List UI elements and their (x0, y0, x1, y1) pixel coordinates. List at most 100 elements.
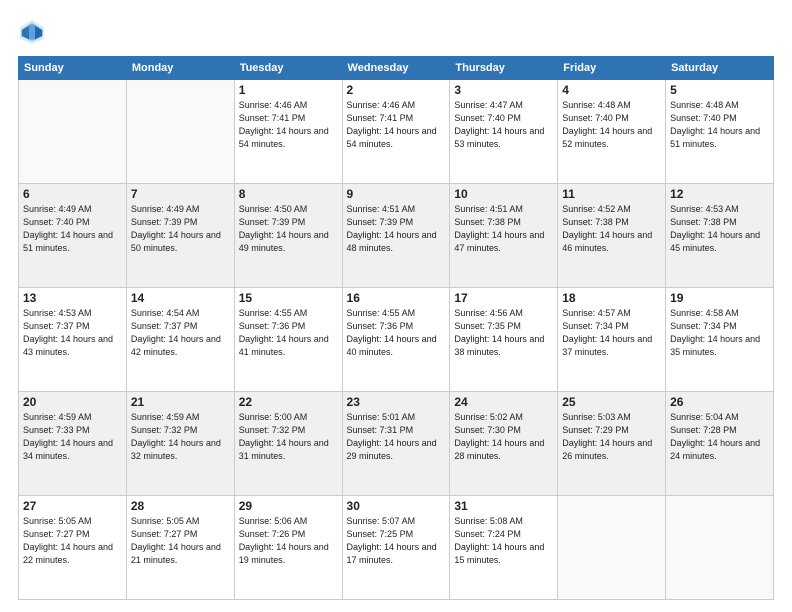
day-info: Sunrise: 4:46 AM Sunset: 7:41 PM Dayligh… (347, 99, 446, 151)
day-number: 10 (454, 187, 553, 201)
day-info: Sunrise: 4:47 AM Sunset: 7:40 PM Dayligh… (454, 99, 553, 151)
day-info: Sunrise: 5:06 AM Sunset: 7:26 PM Dayligh… (239, 515, 338, 567)
day-info: Sunrise: 5:05 AM Sunset: 7:27 PM Dayligh… (131, 515, 230, 567)
day-info: Sunrise: 4:56 AM Sunset: 7:35 PM Dayligh… (454, 307, 553, 359)
day-info: Sunrise: 5:03 AM Sunset: 7:29 PM Dayligh… (562, 411, 661, 463)
day-number: 19 (670, 291, 769, 305)
day-info: Sunrise: 5:08 AM Sunset: 7:24 PM Dayligh… (454, 515, 553, 567)
day-number: 9 (347, 187, 446, 201)
calendar-week-row: 13 Sunrise: 4:53 AM Sunset: 7:37 PM Dayli… (19, 288, 774, 392)
day-number: 12 (670, 187, 769, 201)
calendar-cell: 14 Sunrise: 4:54 AM Sunset: 7:37 PM Dayli… (126, 288, 234, 392)
day-info: Sunrise: 4:49 AM Sunset: 7:39 PM Dayligh… (131, 203, 230, 255)
day-number: 8 (239, 187, 338, 201)
day-number: 16 (347, 291, 446, 305)
calendar-cell: 31 Sunrise: 5:08 AM Sunset: 7:24 PM Dayli… (450, 496, 558, 600)
day-number: 22 (239, 395, 338, 409)
day-number: 17 (454, 291, 553, 305)
day-number: 5 (670, 83, 769, 97)
calendar-cell: 19 Sunrise: 4:58 AM Sunset: 7:34 PM Dayli… (666, 288, 774, 392)
calendar-week-row: 6 Sunrise: 4:49 AM Sunset: 7:40 PM Daylig… (19, 184, 774, 288)
day-number: 23 (347, 395, 446, 409)
calendar-cell: 3 Sunrise: 4:47 AM Sunset: 7:40 PM Daylig… (450, 80, 558, 184)
day-info: Sunrise: 5:00 AM Sunset: 7:32 PM Dayligh… (239, 411, 338, 463)
day-info: Sunrise: 4:57 AM Sunset: 7:34 PM Dayligh… (562, 307, 661, 359)
calendar-cell: 4Sunrise: 4:48 AM Sunset: 7:40 PM Daylig… (558, 80, 666, 184)
calendar-cell: 11Sunrise: 4:52 AM Sunset: 7:38 PM Dayli… (558, 184, 666, 288)
page: SundayMondayTuesdayWednesdayThursdayFrid… (0, 0, 792, 612)
calendar-header-saturday: Saturday (666, 57, 774, 80)
day-number: 18 (562, 291, 661, 305)
day-number: 1 (239, 83, 338, 97)
day-number: 13 (23, 291, 122, 305)
day-info: Sunrise: 4:54 AM Sunset: 7:37 PM Dayligh… (131, 307, 230, 359)
day-number: 27 (23, 499, 122, 513)
header (18, 18, 774, 46)
day-number: 31 (454, 499, 553, 513)
day-number: 14 (131, 291, 230, 305)
day-info: Sunrise: 4:53 AM Sunset: 7:38 PM Dayligh… (670, 203, 769, 255)
day-info: Sunrise: 5:01 AM Sunset: 7:31 PM Dayligh… (347, 411, 446, 463)
day-info: Sunrise: 4:46 AM Sunset: 7:41 PM Dayligh… (239, 99, 338, 151)
day-info: Sunrise: 4:55 AM Sunset: 7:36 PM Dayligh… (239, 307, 338, 359)
day-info: Sunrise: 5:05 AM Sunset: 7:27 PM Dayligh… (23, 515, 122, 567)
day-number: 20 (23, 395, 122, 409)
day-number: 6 (23, 187, 122, 201)
calendar-cell: 16 Sunrise: 4:55 AM Sunset: 7:36 PM Dayli… (342, 288, 450, 392)
calendar-cell: 9 Sunrise: 4:51 AM Sunset: 7:39 PM Daylig… (342, 184, 450, 288)
day-number: 7 (131, 187, 230, 201)
day-number: 3 (454, 83, 553, 97)
day-number: 15 (239, 291, 338, 305)
calendar-header-sunday: Sunday (19, 57, 127, 80)
day-number: 26 (670, 395, 769, 409)
day-info: Sunrise: 4:55 AM Sunset: 7:36 PM Dayligh… (347, 307, 446, 359)
calendar-week-row: 20Sunrise: 4:59 AM Sunset: 7:33 PM Dayli… (19, 392, 774, 496)
day-number: 30 (347, 499, 446, 513)
calendar-header-tuesday: Tuesday (234, 57, 342, 80)
day-info: Sunrise: 4:59 AM Sunset: 7:32 PM Dayligh… (131, 411, 230, 463)
calendar-cell: 2 Sunrise: 4:46 AM Sunset: 7:41 PM Daylig… (342, 80, 450, 184)
calendar-cell: 17 Sunrise: 4:56 AM Sunset: 7:35 PM Dayli… (450, 288, 558, 392)
calendar-cell: 8 Sunrise: 4:50 AM Sunset: 7:39 PM Daylig… (234, 184, 342, 288)
day-info: Sunrise: 5:02 AM Sunset: 7:30 PM Dayligh… (454, 411, 553, 463)
calendar-cell (126, 80, 234, 184)
day-number: 2 (347, 83, 446, 97)
calendar-cell: 18 Sunrise: 4:57 AM Sunset: 7:34 PM Dayli… (558, 288, 666, 392)
calendar-cell: 22 Sunrise: 5:00 AM Sunset: 7:32 PM Dayli… (234, 392, 342, 496)
calendar-cell: 1 Sunrise: 4:46 AM Sunset: 7:41 PM Daylig… (234, 80, 342, 184)
day-info: Sunrise: 5:07 AM Sunset: 7:25 PM Dayligh… (347, 515, 446, 567)
day-info: Sunrise: 4:48 AM Sunset: 7:40 PM Dayligh… (670, 99, 769, 151)
day-info: Sunrise: 4:48 AM Sunset: 7:40 PM Dayligh… (562, 99, 661, 151)
calendar-header-wednesday: Wednesday (342, 57, 450, 80)
day-number: 29 (239, 499, 338, 513)
calendar-cell: 30 Sunrise: 5:07 AM Sunset: 7:25 PM Dayli… (342, 496, 450, 600)
day-info: Sunrise: 4:50 AM Sunset: 7:39 PM Dayligh… (239, 203, 338, 255)
day-number: 21 (131, 395, 230, 409)
day-number: 24 (454, 395, 553, 409)
calendar-cell: 20Sunrise: 4:59 AM Sunset: 7:33 PM Dayli… (19, 392, 127, 496)
calendar-cell (558, 496, 666, 600)
day-info: Sunrise: 4:51 AM Sunset: 7:38 PM Dayligh… (454, 203, 553, 255)
calendar-cell: 15 Sunrise: 4:55 AM Sunset: 7:36 PM Dayli… (234, 288, 342, 392)
calendar-header-friday: Friday (558, 57, 666, 80)
day-info: Sunrise: 4:58 AM Sunset: 7:34 PM Dayligh… (670, 307, 769, 359)
day-number: 28 (131, 499, 230, 513)
calendar-cell: 6 Sunrise: 4:49 AM Sunset: 7:40 PM Daylig… (19, 184, 127, 288)
day-number: 25 (562, 395, 661, 409)
calendar-week-row: 27 Sunrise: 5:05 AM Sunset: 7:27 PM Dayli… (19, 496, 774, 600)
day-info: Sunrise: 4:51 AM Sunset: 7:39 PM Dayligh… (347, 203, 446, 255)
calendar-header-thursday: Thursday (450, 57, 558, 80)
calendar-header-monday: Monday (126, 57, 234, 80)
calendar-cell: 25 Sunrise: 5:03 AM Sunset: 7:29 PM Dayli… (558, 392, 666, 496)
calendar-cell: 29 Sunrise: 5:06 AM Sunset: 7:26 PM Dayli… (234, 496, 342, 600)
day-info: Sunrise: 4:53 AM Sunset: 7:37 PM Dayligh… (23, 307, 122, 359)
day-info: Sunrise: 4:49 AM Sunset: 7:40 PM Dayligh… (23, 203, 122, 255)
calendar-week-row: 1 Sunrise: 4:46 AM Sunset: 7:41 PM Daylig… (19, 80, 774, 184)
logo (18, 18, 50, 46)
day-info: Sunrise: 5:04 AM Sunset: 7:28 PM Dayligh… (670, 411, 769, 463)
calendar-cell: 23 Sunrise: 5:01 AM Sunset: 7:31 PM Dayli… (342, 392, 450, 496)
calendar-cell: 10 Sunrise: 4:51 AM Sunset: 7:38 PM Dayli… (450, 184, 558, 288)
calendar-cell (666, 496, 774, 600)
calendar-header-row: SundayMondayTuesdayWednesdayThursdayFrid… (19, 57, 774, 80)
calendar-table: SundayMondayTuesdayWednesdayThursdayFrid… (18, 56, 774, 600)
